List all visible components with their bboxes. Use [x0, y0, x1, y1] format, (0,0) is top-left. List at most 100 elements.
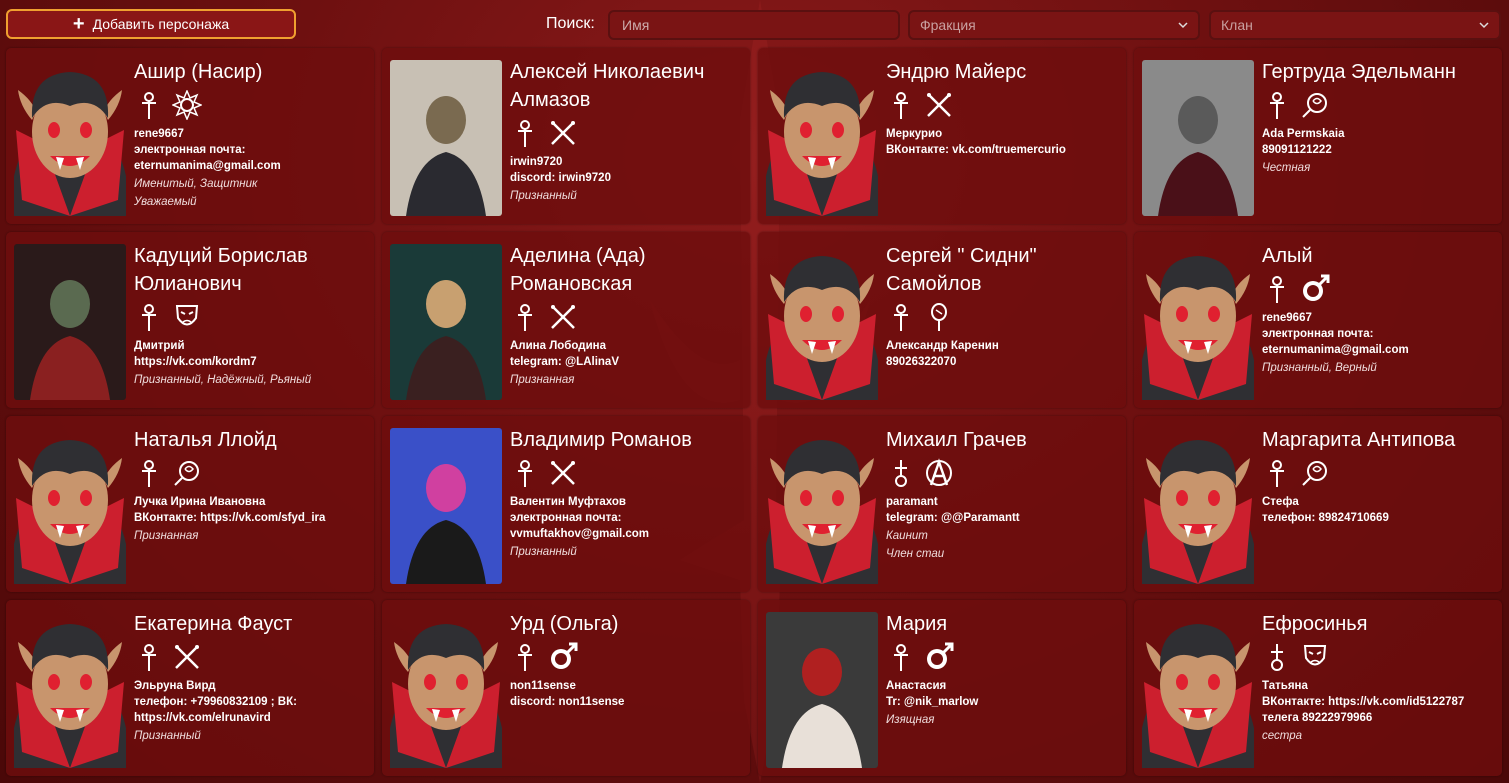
character-icons: [510, 456, 744, 490]
character-name[interactable]: Ашир (Насир): [134, 58, 368, 86]
character-info: Наталья Ллойд Лучка Ирина Ивановна ВКонтак…: [134, 426, 368, 544]
status-line: Признанный, Верный: [1262, 362, 1377, 374]
ankh-icon: [894, 92, 908, 119]
chevron-down-icon: [1178, 22, 1188, 29]
character-card[interactable]: Владимир Романов Валентин Муфтахов электро…: [382, 416, 750, 592]
status-line: Член стаи: [886, 548, 945, 560]
character-name[interactable]: Ефросинья: [1262, 610, 1496, 638]
character-info: Маргарита Антипова Стефа телефон: 89824710…: [1262, 426, 1496, 526]
character-name[interactable]: Гертруда Эдельманн: [1262, 58, 1496, 86]
character-card[interactable]: Аделина (Ада) Романовская Алина Лободина t…: [382, 232, 750, 408]
character-card[interactable]: Мария Анастасия Tr: @nik_marlow Изящная: [758, 600, 1126, 776]
character-name[interactable]: Алексей Николаевич Алмазов: [510, 58, 744, 114]
vampire-avatar: [766, 256, 878, 400]
character-name[interactable]: Аделина (Ада) Романовская: [510, 242, 744, 298]
add-character-button[interactable]: + Добавить персонажа: [6, 9, 296, 39]
character-icons: [134, 88, 368, 122]
contact-line: электронная почта:: [134, 144, 246, 156]
vampire-avatar: [1142, 624, 1254, 768]
status-line: сестра: [1262, 730, 1303, 742]
character-icons: [510, 116, 744, 150]
contact-line: non11sense: [510, 680, 576, 692]
contact-line: Меркурио: [886, 128, 943, 140]
character-card[interactable]: Урд (Ольга) non11sense discord: non11sense: [382, 600, 750, 776]
contact-line: vvmuftakhov@gmail.com: [510, 528, 650, 540]
status-line: Признанный: [510, 190, 577, 202]
anarch-a-icon: [926, 458, 952, 486]
contact-line: eternumanima@gmail.com: [1262, 344, 1409, 356]
character-info: Екатерина Фауст Эльруна Вирд телефон: +799…: [134, 610, 368, 744]
rose-icon: [1302, 93, 1327, 118]
contact-line: телефон: 89824710669: [1262, 512, 1389, 524]
status-line: Признанный: [510, 546, 577, 558]
status-line: Признанный, Надёжный, Рьяный: [134, 374, 312, 386]
contact-line: discord: non11sense: [510, 696, 625, 708]
contact-line: телега 89222979966: [1262, 712, 1373, 724]
contact-line: telegram: @@Paramantt: [886, 512, 1020, 524]
contact-line: rene9667: [1262, 312, 1312, 324]
contact-line: ВКонтакте: https://vk.com/id5122787: [1262, 696, 1465, 708]
character-icons: [134, 300, 368, 334]
character-name[interactable]: Екатерина Фауст: [134, 610, 368, 638]
contact-line: Алина Лободина: [510, 340, 606, 352]
crossed-swords-icon: [551, 461, 575, 485]
character-name[interactable]: Сергей " Сидни" Самойлов: [886, 242, 1120, 298]
contact-line: Эльруна Вирд: [134, 680, 216, 692]
character-card[interactable]: Сергей " Сидни" Самойлов Александр Карени…: [758, 232, 1126, 408]
contact-line: Татьяна: [1262, 680, 1308, 692]
contact-line: https://vk.com/elrunavird: [134, 712, 271, 724]
character-info: Ашир (Насир) rene9667 электронная почта: et…: [134, 58, 368, 210]
character-icons: [510, 300, 744, 334]
character-card[interactable]: Михаил Грачев paramant telegram: @@Paraman…: [758, 416, 1126, 592]
contact-line: eternumanima@gmail.com: [134, 160, 281, 172]
character-card[interactable]: Кадуций Борислав Юлианович Дмитрий https:/…: [6, 232, 374, 408]
character-info: Мария Анастасия Tr: @nik_marlow Изящная: [886, 610, 1120, 728]
ankh-icon: [142, 304, 156, 331]
character-card[interactable]: Эндрю Майерс Меркурио ВКонтакте: vk.com/tr…: [758, 48, 1126, 224]
mask-icon: [1303, 645, 1327, 666]
status-line: Признанный: [134, 730, 201, 742]
contact-line: 89026322070: [886, 356, 957, 368]
status-line: Признанная: [134, 530, 199, 542]
status-line: Честная: [1262, 162, 1311, 174]
character-icons: [886, 456, 1120, 490]
character-card[interactable]: Алый rene9667 электронная почта: eternumani…: [1134, 232, 1502, 408]
rose-icon: [174, 461, 199, 486]
character-info: Урд (Ольга) non11sense discord: non11sense: [510, 610, 744, 710]
contact-line: 89091121222: [1262, 144, 1332, 156]
character-name[interactable]: Наталья Ллойд: [134, 426, 368, 454]
crossed-swords-icon: [551, 121, 575, 145]
character-name[interactable]: Михаил Грачев: [886, 426, 1120, 454]
chevron-down-icon: [1479, 22, 1489, 29]
faction-select[interactable]: Фракция: [908, 10, 1200, 40]
status-line: Именитый, Защитник: [134, 178, 258, 190]
character-card[interactable]: Маргарита Антипова Стефа телефон: 89824710…: [1134, 416, 1502, 592]
character-name[interactable]: Кадуций Борислав Юлианович: [134, 242, 368, 298]
character-icons: [510, 640, 744, 674]
character-name[interactable]: Эндрю Майерс: [886, 58, 1120, 86]
character-name[interactable]: Урд (Ольга): [510, 610, 744, 638]
mask-icon: [175, 305, 199, 326]
character-card[interactable]: Ефросинья Татьяна ВКонтакте: https://vk.co…: [1134, 600, 1502, 776]
character-name[interactable]: Маргарита Антипова: [1262, 426, 1496, 454]
character-name[interactable]: Алый: [1262, 242, 1496, 270]
name-search-input[interactable]: [620, 16, 888, 34]
ankh-icon: [142, 92, 156, 119]
character-card[interactable]: Ашир (Насир) rene9667 электронная почта: et…: [6, 48, 374, 224]
ankh-icon: [518, 304, 532, 331]
vampire-avatar: [1142, 440, 1254, 584]
contact-line: https://vk.com/kordm7: [134, 356, 257, 368]
status-line: Уважаемый: [134, 196, 197, 208]
character-name[interactable]: Мария: [886, 610, 1120, 638]
character-card[interactable]: Алексей Николаевич Алмазов irwin9720 disco…: [382, 48, 750, 224]
character-card[interactable]: Екатерина Фауст Эльруна Вирд телефон: +799…: [6, 600, 374, 776]
character-name[interactable]: Владимир Романов: [510, 426, 744, 454]
vampire-avatar: [766, 72, 878, 216]
mars-icon: [927, 642, 954, 669]
character-card[interactable]: Наталья Ллойд Лучка Ирина Ивановна ВКонтак…: [6, 416, 374, 592]
name-search-field[interactable]: [608, 10, 900, 40]
search-label: Поиск:: [546, 15, 595, 32]
character-card[interactable]: Гертруда Эдельманн Ada Permskaia 890911212…: [1134, 48, 1502, 224]
character-icons: [134, 640, 368, 674]
clan-select[interactable]: Клан: [1209, 10, 1501, 40]
